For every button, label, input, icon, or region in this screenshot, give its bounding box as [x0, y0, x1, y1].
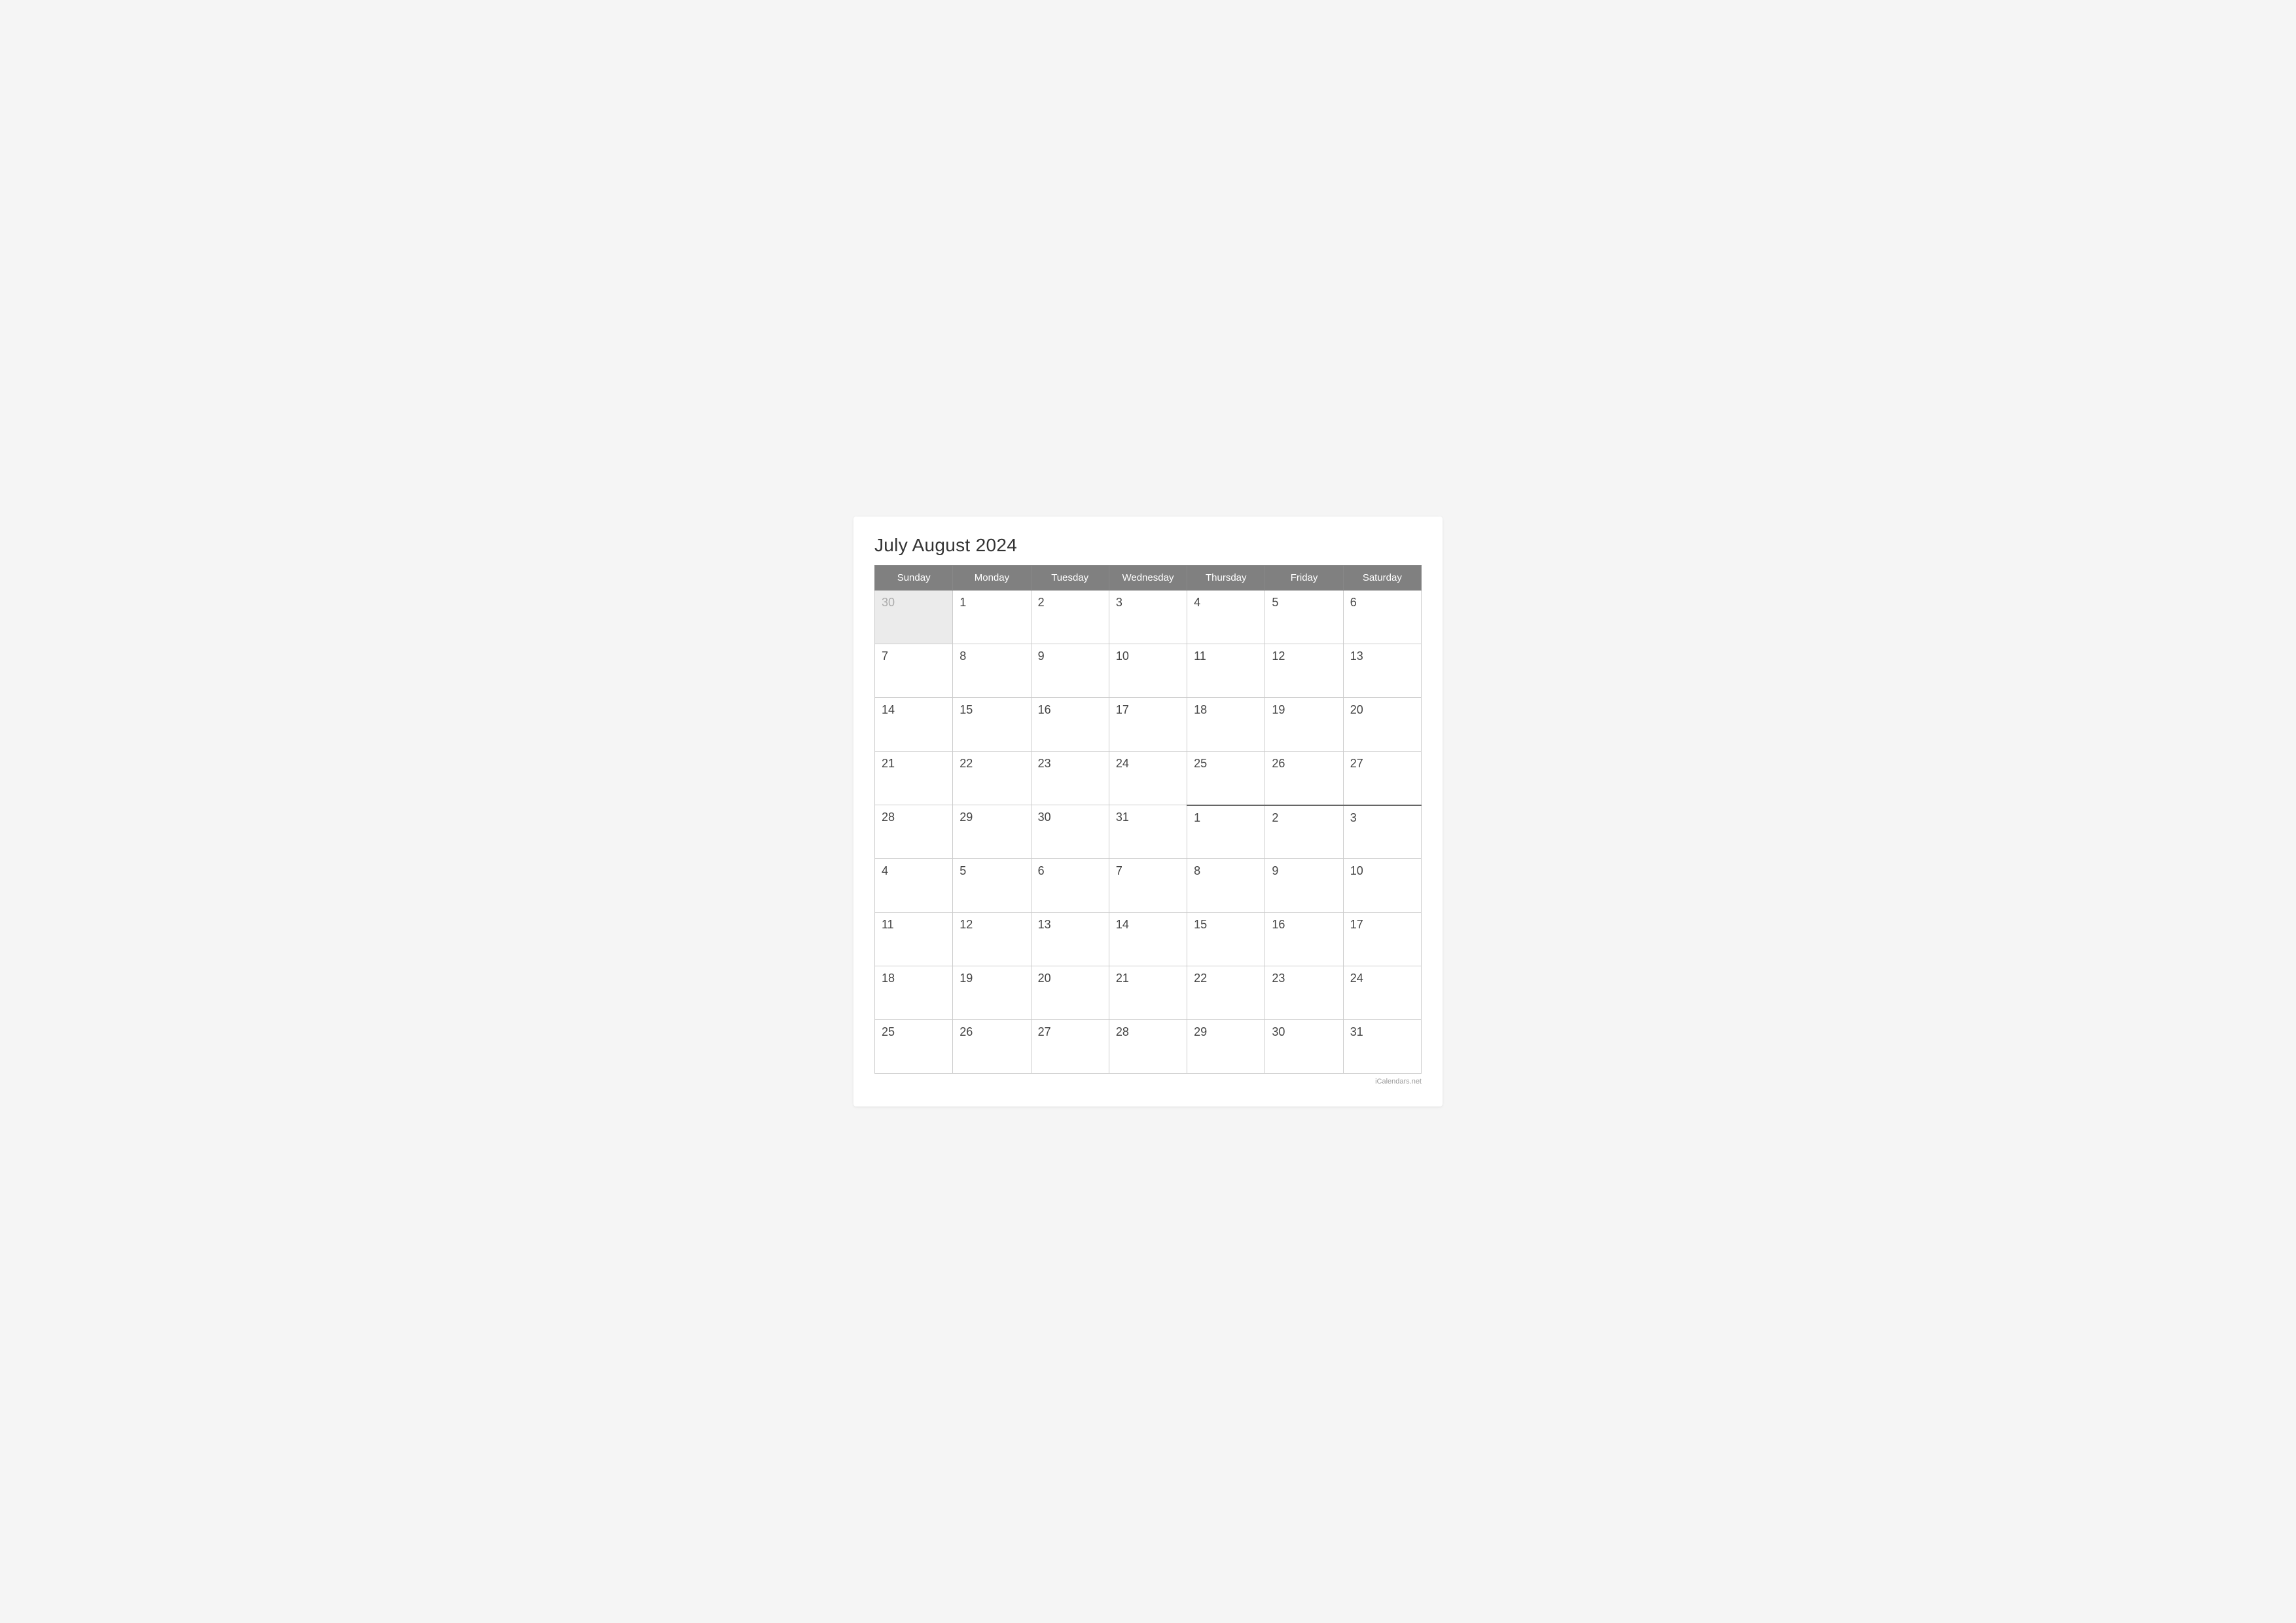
week-row-1: 78910111213 — [875, 644, 1422, 698]
calendar-title: July August 2024 — [874, 535, 1422, 556]
calendar-cell: 20 — [1343, 698, 1421, 752]
calendar-cell: 2 — [1031, 591, 1109, 644]
calendar-header: SundayMondayTuesdayWednesdayThursdayFrid… — [875, 566, 1422, 591]
calendar-cell: 19 — [1265, 698, 1343, 752]
calendar-cell: 5 — [953, 859, 1031, 913]
week-row-0: 30123456 — [875, 591, 1422, 644]
calendar-cell: 26 — [953, 1020, 1031, 1074]
calendar-cell: 10 — [1343, 859, 1421, 913]
calendar-cell: 5 — [1265, 591, 1343, 644]
week-row-2: 14151617181920 — [875, 698, 1422, 752]
calendar-cell: 29 — [1187, 1020, 1265, 1074]
calendar-cell: 21 — [1109, 966, 1187, 1020]
calendar-cell: 7 — [1109, 859, 1187, 913]
calendar-cell: 11 — [875, 913, 953, 966]
calendar-cell: 15 — [1187, 913, 1265, 966]
calendar-cell: 30 — [1031, 805, 1109, 859]
calendar-cell: 18 — [1187, 698, 1265, 752]
calendar-cell: 30 — [1265, 1020, 1343, 1074]
calendar-cell: 23 — [1031, 752, 1109, 805]
calendar-cell: 2 — [1265, 805, 1343, 859]
week-row-6: 11121314151617 — [875, 913, 1422, 966]
calendar-cell: 25 — [1187, 752, 1265, 805]
header-cell-wednesday: Wednesday — [1109, 566, 1187, 591]
calendar-cell: 17 — [1343, 913, 1421, 966]
calendar-cell: 6 — [1343, 591, 1421, 644]
calendar-cell: 1 — [953, 591, 1031, 644]
header-cell-sunday: Sunday — [875, 566, 953, 591]
week-row-4: 28293031123 — [875, 805, 1422, 859]
calendar-cell: 28 — [1109, 1020, 1187, 1074]
calendar-cell: 24 — [1343, 966, 1421, 1020]
calendar-cell: 27 — [1343, 752, 1421, 805]
header-cell-saturday: Saturday — [1343, 566, 1421, 591]
week-row-8: 25262728293031 — [875, 1020, 1422, 1074]
calendar-cell: 7 — [875, 644, 953, 698]
calendar-cell: 12 — [953, 913, 1031, 966]
calendar-cell: 22 — [953, 752, 1031, 805]
header-cell-monday: Monday — [953, 566, 1031, 591]
calendar-cell: 16 — [1265, 913, 1343, 966]
calendar-cell: 15 — [953, 698, 1031, 752]
calendar-cell: 16 — [1031, 698, 1109, 752]
calendar-cell: 13 — [1031, 913, 1109, 966]
calendar-cell: 28 — [875, 805, 953, 859]
calendar-cell: 20 — [1031, 966, 1109, 1020]
calendar-cell: 9 — [1265, 859, 1343, 913]
watermark: iCalendars.net — [874, 1078, 1422, 1085]
calendar-cell: 25 — [875, 1020, 953, 1074]
calendar-cell: 4 — [1187, 591, 1265, 644]
calendar-cell: 18 — [875, 966, 953, 1020]
calendar-cell: 14 — [875, 698, 953, 752]
calendar-cell: 14 — [1109, 913, 1187, 966]
week-row-7: 18192021222324 — [875, 966, 1422, 1020]
calendar-cell: 3 — [1343, 805, 1421, 859]
calendar-cell: 8 — [1187, 859, 1265, 913]
calendar-cell: 4 — [875, 859, 953, 913]
calendar-cell: 22 — [1187, 966, 1265, 1020]
calendar-cell: 12 — [1265, 644, 1343, 698]
calendar-cell: 6 — [1031, 859, 1109, 913]
calendar-cell: 31 — [1343, 1020, 1421, 1074]
header-cell-thursday: Thursday — [1187, 566, 1265, 591]
calendar-cell: 19 — [953, 966, 1031, 1020]
header-cell-tuesday: Tuesday — [1031, 566, 1109, 591]
calendar-cell: 29 — [953, 805, 1031, 859]
calendar-cell: 30 — [875, 591, 953, 644]
week-row-3: 21222324252627 — [875, 752, 1422, 805]
calendar-cell: 9 — [1031, 644, 1109, 698]
header-cell-friday: Friday — [1265, 566, 1343, 591]
calendar-cell: 1 — [1187, 805, 1265, 859]
calendar-cell: 3 — [1109, 591, 1187, 644]
calendar-cell: 21 — [875, 752, 953, 805]
calendar-table: SundayMondayTuesdayWednesdayThursdayFrid… — [874, 565, 1422, 1074]
calendar-cell: 27 — [1031, 1020, 1109, 1074]
calendar-cell: 11 — [1187, 644, 1265, 698]
calendar-cell: 17 — [1109, 698, 1187, 752]
header-row: SundayMondayTuesdayWednesdayThursdayFrid… — [875, 566, 1422, 591]
calendar-body: 3012345678910111213141516171819202122232… — [875, 591, 1422, 1074]
calendar-cell: 13 — [1343, 644, 1421, 698]
calendar-cell: 26 — [1265, 752, 1343, 805]
calendar-cell: 23 — [1265, 966, 1343, 1020]
week-row-5: 45678910 — [875, 859, 1422, 913]
calendar-cell: 8 — [953, 644, 1031, 698]
calendar-cell: 10 — [1109, 644, 1187, 698]
calendar-container: July August 2024 SundayMondayTuesdayWedn… — [853, 517, 1443, 1106]
calendar-cell: 24 — [1109, 752, 1187, 805]
calendar-cell: 31 — [1109, 805, 1187, 859]
